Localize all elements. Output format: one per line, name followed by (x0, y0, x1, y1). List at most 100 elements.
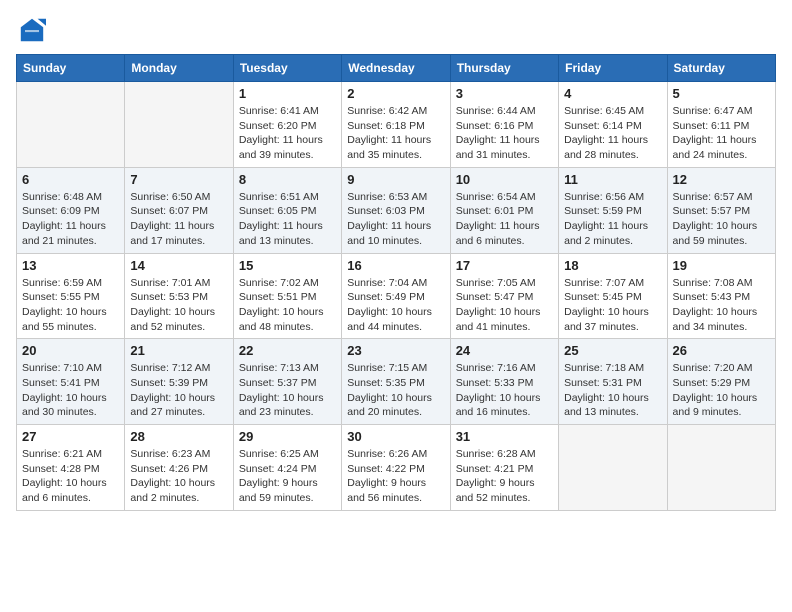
day-header-wednesday: Wednesday (342, 55, 450, 82)
cell-date-number: 12 (673, 172, 770, 187)
cell-date-number: 27 (22, 429, 119, 444)
calendar-cell: 18 Sunrise: 7:07 AM Sunset: 5:45 PM Dayli… (559, 253, 667, 339)
calendar-cell: 17 Sunrise: 7:05 AM Sunset: 5:47 PM Dayli… (450, 253, 558, 339)
calendar-cell: 22 Sunrise: 7:13 AM Sunset: 5:37 PM Dayli… (233, 339, 341, 425)
cell-date-number: 7 (130, 172, 227, 187)
calendar-cell: 29Sunrise: 6:25 AM Sunset: 4:24 PM Dayli… (233, 425, 341, 511)
cell-info-text: Sunrise: 7:16 AM Sunset: 5:33 PM Dayligh… (456, 361, 553, 420)
cell-date-number: 14 (130, 258, 227, 273)
day-header-saturday: Saturday (667, 55, 775, 82)
day-header-thursday: Thursday (450, 55, 558, 82)
cell-date-number: 1 (239, 86, 336, 101)
calendar-cell: 4 Sunrise: 6:45 AM Sunset: 6:14 PM Daylig… (559, 82, 667, 168)
cell-date-number: 16 (347, 258, 444, 273)
calendar-cell: 27 Sunrise: 6:21 AM Sunset: 4:28 PM Dayli… (17, 425, 125, 511)
week-row-3: 13 Sunrise: 6:59 AM Sunset: 5:55 PM Dayli… (17, 253, 776, 339)
cell-info-text: Sunrise: 6:57 AM Sunset: 5:57 PM Dayligh… (673, 190, 770, 249)
cell-date-number: 5 (673, 86, 770, 101)
cell-date-number: 4 (564, 86, 661, 101)
cell-info-text: Sunrise: 6:59 AM Sunset: 5:55 PM Dayligh… (22, 276, 119, 335)
calendar-cell: 1Sunrise: 6:41 AM Sunset: 6:20 PM Daylig… (233, 82, 341, 168)
calendar-cell: 16 Sunrise: 7:04 AM Sunset: 5:49 PM Dayli… (342, 253, 450, 339)
calendar-header-row: SundayMondayTuesdayWednesdayThursdayFrid… (17, 55, 776, 82)
cell-info-text: Sunrise: 6:28 AM Sunset: 4:21 PM Dayligh… (456, 447, 553, 506)
calendar-cell: 10Sunrise: 6:54 AM Sunset: 6:01 PM Dayli… (450, 167, 558, 253)
cell-info-text: Sunrise: 6:47 AM Sunset: 6:11 PM Dayligh… (673, 104, 770, 163)
cell-info-text: Sunrise: 6:48 AM Sunset: 6:09 PM Dayligh… (22, 190, 119, 249)
cell-info-text: Sunrise: 6:23 AM Sunset: 4:26 PM Dayligh… (130, 447, 227, 506)
calendar-cell: 23 Sunrise: 7:15 AM Sunset: 5:35 PM Dayli… (342, 339, 450, 425)
cell-info-text: Sunrise: 6:21 AM Sunset: 4:28 PM Dayligh… (22, 447, 119, 506)
logo-icon (18, 16, 46, 44)
cell-date-number: 19 (673, 258, 770, 273)
cell-date-number: 2 (347, 86, 444, 101)
cell-info-text: Sunrise: 7:13 AM Sunset: 5:37 PM Dayligh… (239, 361, 336, 420)
cell-info-text: Sunrise: 7:01 AM Sunset: 5:53 PM Dayligh… (130, 276, 227, 335)
cell-info-text: Sunrise: 6:42 AM Sunset: 6:18 PM Dayligh… (347, 104, 444, 163)
cell-info-text: Sunrise: 7:05 AM Sunset: 5:47 PM Dayligh… (456, 276, 553, 335)
cell-info-text: Sunrise: 7:18 AM Sunset: 5:31 PM Dayligh… (564, 361, 661, 420)
calendar-cell (559, 425, 667, 511)
cell-date-number: 22 (239, 343, 336, 358)
cell-info-text: Sunrise: 7:12 AM Sunset: 5:39 PM Dayligh… (130, 361, 227, 420)
cell-date-number: 21 (130, 343, 227, 358)
cell-info-text: Sunrise: 7:10 AM Sunset: 5:41 PM Dayligh… (22, 361, 119, 420)
calendar-cell: 20 Sunrise: 7:10 AM Sunset: 5:41 PM Dayli… (17, 339, 125, 425)
logo (16, 16, 48, 44)
week-row-1: 1Sunrise: 6:41 AM Sunset: 6:20 PM Daylig… (17, 82, 776, 168)
calendar-cell (17, 82, 125, 168)
page-header (16, 16, 776, 44)
calendar-cell: 15 Sunrise: 7:02 AM Sunset: 5:51 PM Dayli… (233, 253, 341, 339)
cell-date-number: 20 (22, 343, 119, 358)
day-header-friday: Friday (559, 55, 667, 82)
cell-date-number: 15 (239, 258, 336, 273)
calendar-cell: 24 Sunrise: 7:16 AM Sunset: 5:33 PM Dayli… (450, 339, 558, 425)
cell-info-text: Sunrise: 7:07 AM Sunset: 5:45 PM Dayligh… (564, 276, 661, 335)
cell-info-text: Sunrise: 7:02 AM Sunset: 5:51 PM Dayligh… (239, 276, 336, 335)
cell-info-text: Sunrise: 6:45 AM Sunset: 6:14 PM Dayligh… (564, 104, 661, 163)
calendar-cell: 12 Sunrise: 6:57 AM Sunset: 5:57 PM Dayli… (667, 167, 775, 253)
cell-date-number: 25 (564, 343, 661, 358)
calendar-cell: 7 Sunrise: 6:50 AM Sunset: 6:07 PM Daylig… (125, 167, 233, 253)
cell-date-number: 29 (239, 429, 336, 444)
cell-info-text: Sunrise: 6:53 AM Sunset: 6:03 PM Dayligh… (347, 190, 444, 249)
cell-date-number: 13 (22, 258, 119, 273)
cell-info-text: Sunrise: 6:51 AM Sunset: 6:05 PM Dayligh… (239, 190, 336, 249)
day-header-tuesday: Tuesday (233, 55, 341, 82)
cell-info-text: Sunrise: 6:44 AM Sunset: 6:16 PM Dayligh… (456, 104, 553, 163)
calendar-cell: 26 Sunrise: 7:20 AM Sunset: 5:29 PM Dayli… (667, 339, 775, 425)
cell-info-text: Sunrise: 7:15 AM Sunset: 5:35 PM Dayligh… (347, 361, 444, 420)
calendar-cell: 13 Sunrise: 6:59 AM Sunset: 5:55 PM Dayli… (17, 253, 125, 339)
cell-info-text: Sunrise: 6:50 AM Sunset: 6:07 PM Dayligh… (130, 190, 227, 249)
cell-date-number: 24 (456, 343, 553, 358)
cell-info-text: Sunrise: 7:04 AM Sunset: 5:49 PM Dayligh… (347, 276, 444, 335)
cell-info-text: Sunrise: 7:08 AM Sunset: 5:43 PM Dayligh… (673, 276, 770, 335)
cell-date-number: 28 (130, 429, 227, 444)
week-row-4: 20 Sunrise: 7:10 AM Sunset: 5:41 PM Dayli… (17, 339, 776, 425)
cell-date-number: 10 (456, 172, 553, 187)
calendar-cell: 2 Sunrise: 6:42 AM Sunset: 6:18 PM Daylig… (342, 82, 450, 168)
cell-info-text: Sunrise: 6:26 AM Sunset: 4:22 PM Dayligh… (347, 447, 444, 506)
cell-date-number: 8 (239, 172, 336, 187)
calendar-cell: 5 Sunrise: 6:47 AM Sunset: 6:11 PM Daylig… (667, 82, 775, 168)
cell-date-number: 18 (564, 258, 661, 273)
calendar-table: SundayMondayTuesdayWednesdayThursdayFrid… (16, 54, 776, 511)
cell-date-number: 9 (347, 172, 444, 187)
calendar-cell: 11Sunrise: 6:56 AM Sunset: 5:59 PM Dayli… (559, 167, 667, 253)
calendar-cell: 14 Sunrise: 7:01 AM Sunset: 5:53 PM Dayli… (125, 253, 233, 339)
cell-date-number: 17 (456, 258, 553, 273)
week-row-5: 27 Sunrise: 6:21 AM Sunset: 4:28 PM Dayli… (17, 425, 776, 511)
cell-date-number: 31 (456, 429, 553, 444)
calendar-cell: 6 Sunrise: 6:48 AM Sunset: 6:09 PM Daylig… (17, 167, 125, 253)
calendar-cell: 9 Sunrise: 6:53 AM Sunset: 6:03 PM Daylig… (342, 167, 450, 253)
cell-info-text: Sunrise: 7:20 AM Sunset: 5:29 PM Dayligh… (673, 361, 770, 420)
calendar-cell: 31 Sunrise: 6:28 AM Sunset: 4:21 PM Dayli… (450, 425, 558, 511)
cell-date-number: 23 (347, 343, 444, 358)
calendar-cell: 28 Sunrise: 6:23 AM Sunset: 4:26 PM Dayli… (125, 425, 233, 511)
cell-date-number: 26 (673, 343, 770, 358)
calendar-cell: 30Sunrise: 6:26 AM Sunset: 4:22 PM Dayli… (342, 425, 450, 511)
cell-date-number: 6 (22, 172, 119, 187)
calendar-cell (125, 82, 233, 168)
day-header-monday: Monday (125, 55, 233, 82)
cell-date-number: 11 (564, 172, 661, 187)
